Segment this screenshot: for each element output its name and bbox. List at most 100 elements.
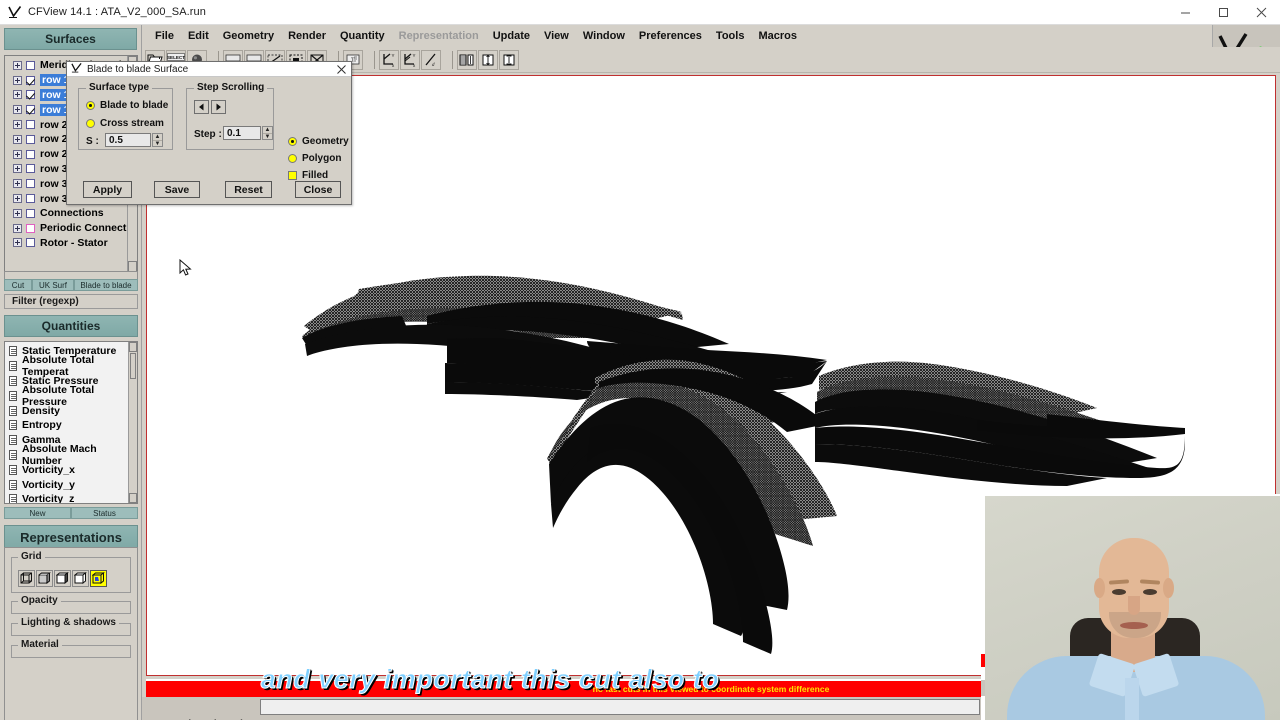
s-stepper-up[interactable]: ▲ bbox=[153, 134, 162, 141]
save-button[interactable]: Save bbox=[154, 181, 200, 198]
expand-icon[interactable] bbox=[13, 60, 22, 70]
colorbar-icon[interactable] bbox=[457, 49, 477, 70]
status-quantity-button[interactable]: Status bbox=[71, 507, 138, 519]
menu-update[interactable]: Update bbox=[486, 28, 537, 44]
quantities-scroll-down[interactable] bbox=[129, 493, 137, 503]
menu-preferences[interactable]: Preferences bbox=[632, 28, 709, 44]
surface-checkbox[interactable] bbox=[26, 60, 35, 70]
menu-render[interactable]: Render bbox=[281, 28, 333, 44]
range-icon[interactable] bbox=[478, 49, 498, 70]
surface-checkbox[interactable] bbox=[26, 75, 35, 85]
expand-icon[interactable] bbox=[13, 90, 22, 100]
surface-checkbox[interactable] bbox=[26, 194, 35, 204]
close-button[interactable] bbox=[1242, 0, 1280, 25]
lighting-group[interactable]: Lighting & shadows bbox=[11, 617, 131, 636]
axis-xy-icon[interactable]: Yx bbox=[379, 49, 399, 70]
expand-icon[interactable] bbox=[13, 149, 22, 159]
radio-cross-stream[interactable]: Cross stream bbox=[86, 118, 164, 129]
menu-window[interactable]: Window bbox=[576, 28, 632, 44]
radio-blade-to-blade[interactable]: Blade to blade bbox=[86, 100, 168, 111]
step-input[interactable]: 0.1 bbox=[223, 126, 261, 140]
expand-icon[interactable] bbox=[13, 194, 22, 204]
minimize-button[interactable] bbox=[1166, 0, 1204, 25]
quantity-list-item[interactable]: Absolute Mach Number bbox=[5, 443, 128, 467]
surface-checkbox[interactable] bbox=[26, 120, 35, 130]
surface-tree-item[interactable]: Rotor - Stator bbox=[5, 236, 127, 251]
menu-geometry[interactable]: Geometry bbox=[216, 28, 281, 44]
surface-checkbox[interactable] bbox=[26, 134, 35, 144]
s-input[interactable]: 0.5 bbox=[105, 133, 151, 147]
quantity-list-item[interactable]: Entropy bbox=[5, 418, 128, 433]
s-stepper-down[interactable]: ▼ bbox=[153, 141, 162, 147]
tab-uk-surf[interactable]: UK Surf bbox=[32, 279, 74, 291]
checkbox-filled[interactable]: Filled bbox=[288, 170, 328, 181]
surface-checkbox[interactable] bbox=[26, 208, 35, 218]
material-group[interactable]: Material bbox=[11, 639, 131, 658]
smooth-box-icon[interactable] bbox=[90, 570, 107, 587]
radio-polygon-label: Polygon bbox=[302, 153, 342, 164]
blade-to-blade-dialog[interactable]: Blade to blade Surface Surface type Blad… bbox=[66, 61, 352, 276]
expand-icon[interactable] bbox=[13, 223, 22, 233]
surface-checkbox[interactable] bbox=[26, 164, 35, 174]
filter-group[interactable]: Filter (regexp) bbox=[4, 294, 138, 309]
quantities-scrollbar[interactable] bbox=[128, 342, 137, 503]
reset-button[interactable]: Reset bbox=[225, 181, 272, 198]
opacity-group[interactable]: Opacity bbox=[11, 595, 131, 614]
step-stepper-up[interactable]: ▲ bbox=[263, 127, 272, 134]
close-button[interactable]: Close bbox=[295, 181, 341, 198]
s-stepper[interactable]: ▲ ▼ bbox=[152, 133, 163, 147]
close-icon[interactable] bbox=[334, 62, 348, 77]
apply-button[interactable]: Apply bbox=[83, 181, 132, 198]
menu-view[interactable]: View bbox=[537, 28, 576, 44]
surface-checkbox[interactable] bbox=[26, 90, 35, 100]
tab-cut[interactable]: Cut bbox=[4, 279, 32, 291]
expand-icon[interactable] bbox=[13, 134, 22, 144]
surface-checkbox[interactable] bbox=[26, 223, 35, 233]
expand-icon[interactable] bbox=[13, 164, 22, 174]
mesh-box-icon[interactable] bbox=[36, 570, 53, 587]
radio-polygon[interactable]: Polygon bbox=[288, 153, 341, 164]
surface-checkbox[interactable] bbox=[26, 149, 35, 159]
expand-icon[interactable] bbox=[13, 208, 22, 218]
quantity-list-item[interactable]: Absolute Total Pressure bbox=[5, 384, 128, 408]
expand-icon[interactable] bbox=[13, 238, 22, 248]
surface-checkbox[interactable] bbox=[26, 179, 35, 189]
distance-icon[interactable]: d bbox=[421, 49, 441, 70]
wireframe-box-icon[interactable] bbox=[18, 570, 35, 587]
quantity-list-item[interactable]: Absolute Total Temperat bbox=[5, 354, 128, 378]
arrow-left-icon[interactable] bbox=[194, 100, 209, 114]
expand-icon[interactable] bbox=[13, 105, 22, 115]
axis-xy2-icon[interactable]: Yx bbox=[400, 49, 420, 70]
quantities-list[interactable]: Static Temperature Absolute Total Tempera… bbox=[4, 341, 138, 504]
person-mouth bbox=[1120, 622, 1148, 629]
maximize-button[interactable] bbox=[1204, 0, 1242, 25]
shirt-placket bbox=[1125, 678, 1139, 720]
step-stepper[interactable]: ▲ ▼ bbox=[262, 126, 273, 140]
expand-icon[interactable] bbox=[13, 120, 22, 130]
menu-quantity[interactable]: Quantity bbox=[333, 28, 392, 44]
surface-checkbox[interactable] bbox=[26, 238, 35, 248]
menu-edit[interactable]: Edit bbox=[181, 28, 216, 44]
expand-icon[interactable] bbox=[13, 75, 22, 85]
step-stepper-down[interactable]: ▼ bbox=[263, 134, 272, 140]
range2-icon[interactable] bbox=[499, 49, 519, 70]
quantities-scroll-up[interactable] bbox=[129, 342, 137, 352]
tab-blade-to-blade[interactable]: Blade to blade bbox=[74, 279, 138, 291]
quantity-list-item[interactable]: Vorticity_y bbox=[5, 477, 128, 492]
surface-tree-item[interactable]: Connections bbox=[5, 206, 127, 221]
arrow-right-icon[interactable] bbox=[211, 100, 226, 114]
menu-file[interactable]: File bbox=[148, 28, 181, 44]
document-icon bbox=[9, 435, 17, 446]
quantity-list-item[interactable]: Vorticity_z bbox=[5, 492, 128, 503]
expand-icon[interactable] bbox=[13, 179, 22, 189]
shaded-box-icon[interactable] bbox=[54, 570, 71, 587]
quantities-scroll-thumb[interactable] bbox=[130, 353, 136, 379]
new-quantity-button[interactable]: New bbox=[4, 507, 71, 519]
command-input[interactable] bbox=[260, 699, 980, 715]
outline-box-icon[interactable] bbox=[72, 570, 89, 587]
radio-geometry[interactable]: Geometry bbox=[288, 136, 349, 147]
surface-checkbox[interactable] bbox=[26, 105, 35, 115]
menu-tools[interactable]: Tools bbox=[709, 28, 752, 44]
surface-tree-item[interactable]: Periodic Connections bbox=[5, 221, 137, 236]
menu-macros[interactable]: Macros bbox=[751, 28, 804, 44]
